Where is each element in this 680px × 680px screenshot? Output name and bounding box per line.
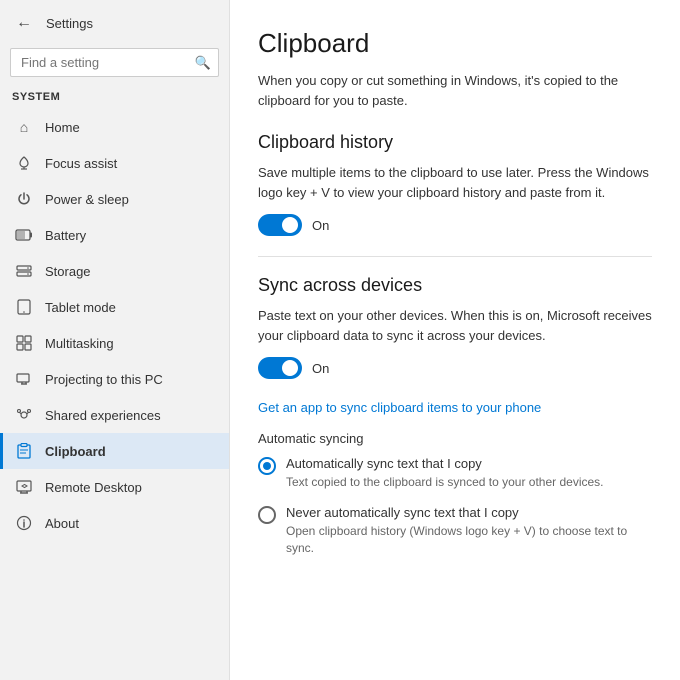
sidebar-item-battery[interactable]: Battery xyxy=(0,217,229,253)
multitasking-icon xyxy=(15,334,33,352)
sidebar-item-tablet-mode[interactable]: Tablet mode xyxy=(0,289,229,325)
sidebar-item-label: Storage xyxy=(45,264,217,279)
about-icon xyxy=(15,514,33,532)
sidebar-item-label: Multitasking xyxy=(45,336,217,351)
storage-icon xyxy=(15,262,33,280)
back-button[interactable]: ← xyxy=(12,11,36,35)
toggle-thumb xyxy=(282,360,298,376)
focus-assist-icon xyxy=(15,154,33,172)
sync-devices-toggle[interactable] xyxy=(258,357,302,379)
sidebar-item-label: About xyxy=(45,516,217,531)
sidebar-item-label: Shared experiences xyxy=(45,408,217,423)
section-divider xyxy=(258,256,652,257)
toggle-thumb xyxy=(282,217,298,233)
radio-auto-sync-sub: Text copied to the clipboard is synced t… xyxy=(286,474,652,491)
sidebar-item-multitasking[interactable]: Multitasking xyxy=(0,325,229,361)
sidebar-item-clipboard[interactable]: Clipboard xyxy=(0,433,229,469)
battery-icon xyxy=(15,226,33,244)
sidebar-item-shared-experiences[interactable]: Shared experiences xyxy=(0,397,229,433)
sidebar-item-label: Focus assist xyxy=(45,156,217,171)
sync-devices-toggle-label: On xyxy=(312,361,329,376)
page-description: When you copy or cut something in Window… xyxy=(258,71,652,110)
sidebar-header: ← Settings xyxy=(0,0,229,44)
power-icon xyxy=(15,190,33,208)
home-icon: ⌂ xyxy=(15,118,33,136)
sidebar-item-focus-assist[interactable]: Focus assist xyxy=(0,145,229,181)
sidebar-item-label: Home xyxy=(45,120,217,135)
app-title: Settings xyxy=(46,16,93,31)
radio-never-sync-text-block: Never automatically sync text that I cop… xyxy=(286,505,652,557)
radio-never-sync-main: Never automatically sync text that I cop… xyxy=(286,505,652,520)
back-icon: ← xyxy=(16,14,32,32)
clipboard-history-description: Save multiple items to the clipboard to … xyxy=(258,163,652,202)
main-content: Clipboard When you copy or cut something… xyxy=(230,0,680,680)
sidebar-item-projecting[interactable]: Projecting to this PC xyxy=(0,361,229,397)
radio-option-auto-sync: Automatically sync text that I copy Text… xyxy=(258,456,652,491)
sync-devices-title: Sync across devices xyxy=(258,275,652,296)
search-icon: 🔍 xyxy=(195,55,211,71)
sidebar-item-label: Tablet mode xyxy=(45,300,217,315)
sync-devices-toggle-row: On xyxy=(258,357,652,379)
sync-devices-description: Paste text on your other devices. When t… xyxy=(258,306,652,345)
clipboard-history-title: Clipboard history xyxy=(258,132,652,153)
clipboard-history-toggle-row: On xyxy=(258,214,652,236)
clipboard-history-toggle[interactable] xyxy=(258,214,302,236)
search-input[interactable] xyxy=(10,48,219,77)
tablet-icon xyxy=(15,298,33,316)
sidebar-item-power-sleep[interactable]: Power & sleep xyxy=(0,181,229,217)
sidebar-item-label: Battery xyxy=(45,228,217,243)
sidebar: ← Settings 🔍 System ⌂ Home Focus assist xyxy=(0,0,230,680)
sidebar-item-about[interactable]: About xyxy=(0,505,229,541)
sidebar-item-label: Clipboard xyxy=(45,444,217,459)
radio-auto-sync-text-block: Automatically sync text that I copy Text… xyxy=(286,456,652,491)
sidebar-section-label: System xyxy=(0,87,229,109)
sidebar-item-label: Remote Desktop xyxy=(45,480,217,495)
page-title: Clipboard xyxy=(258,28,652,59)
remote-desktop-icon xyxy=(15,478,33,496)
search-box: 🔍 xyxy=(10,48,219,77)
sidebar-item-storage[interactable]: Storage xyxy=(0,253,229,289)
radio-auto-sync[interactable] xyxy=(258,457,276,475)
clipboard-icon xyxy=(15,442,33,460)
sidebar-item-home[interactable]: ⌂ Home xyxy=(0,109,229,145)
shared-experiences-icon xyxy=(15,406,33,424)
radio-option-never-sync: Never automatically sync text that I cop… xyxy=(258,505,652,557)
sync-phone-link[interactable]: Get an app to sync clipboard items to yo… xyxy=(258,400,541,415)
auto-syncing-label: Automatic syncing xyxy=(258,431,652,446)
projecting-icon xyxy=(15,370,33,388)
sidebar-item-label: Power & sleep xyxy=(45,192,217,207)
radio-auto-sync-main: Automatically sync text that I copy xyxy=(286,456,652,471)
radio-never-sync[interactable] xyxy=(258,506,276,524)
clipboard-history-toggle-label: On xyxy=(312,218,329,233)
radio-never-sync-sub: Open clipboard history (Windows logo key… xyxy=(286,523,652,557)
sidebar-item-remote-desktop[interactable]: Remote Desktop xyxy=(0,469,229,505)
sidebar-item-label: Projecting to this PC xyxy=(45,372,217,387)
